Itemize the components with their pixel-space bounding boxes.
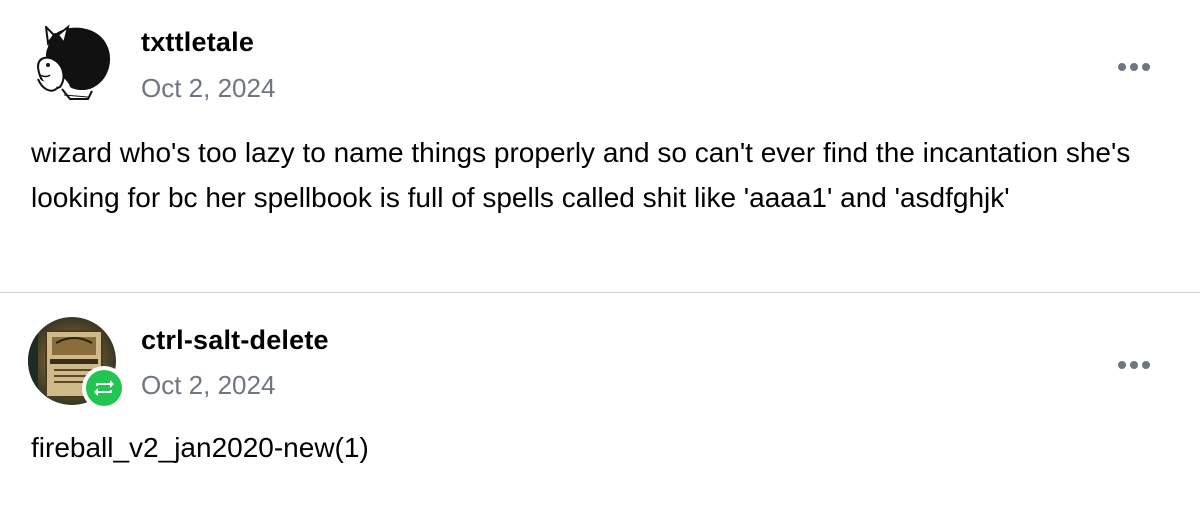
post-date[interactable]: Oct 2, 2024	[141, 73, 275, 104]
post-body: fireball_v2_jan2020-new(1)	[31, 432, 369, 463]
post-reblog: ctrl-salt-delete Oct 2, 2024 fireball_v2…	[0, 293, 1200, 524]
username[interactable]: txttletale	[141, 27, 254, 58]
post-body: wizard who's too lazy to name things pro…	[31, 137, 1131, 213]
cartoon-girl-avatar-icon	[36, 24, 111, 100]
username[interactable]: ctrl-salt-delete	[141, 325, 329, 356]
reblog-badge	[82, 366, 126, 410]
avatar[interactable]	[28, 17, 116, 105]
post-original: txttletale Oct 2, 2024 wizard who's too …	[0, 0, 1200, 292]
more-options-icon[interactable]	[1118, 58, 1156, 71]
more-options-icon[interactable]	[1118, 356, 1156, 369]
reblog-icon	[94, 380, 114, 396]
post-date[interactable]: Oct 2, 2024	[141, 370, 275, 401]
